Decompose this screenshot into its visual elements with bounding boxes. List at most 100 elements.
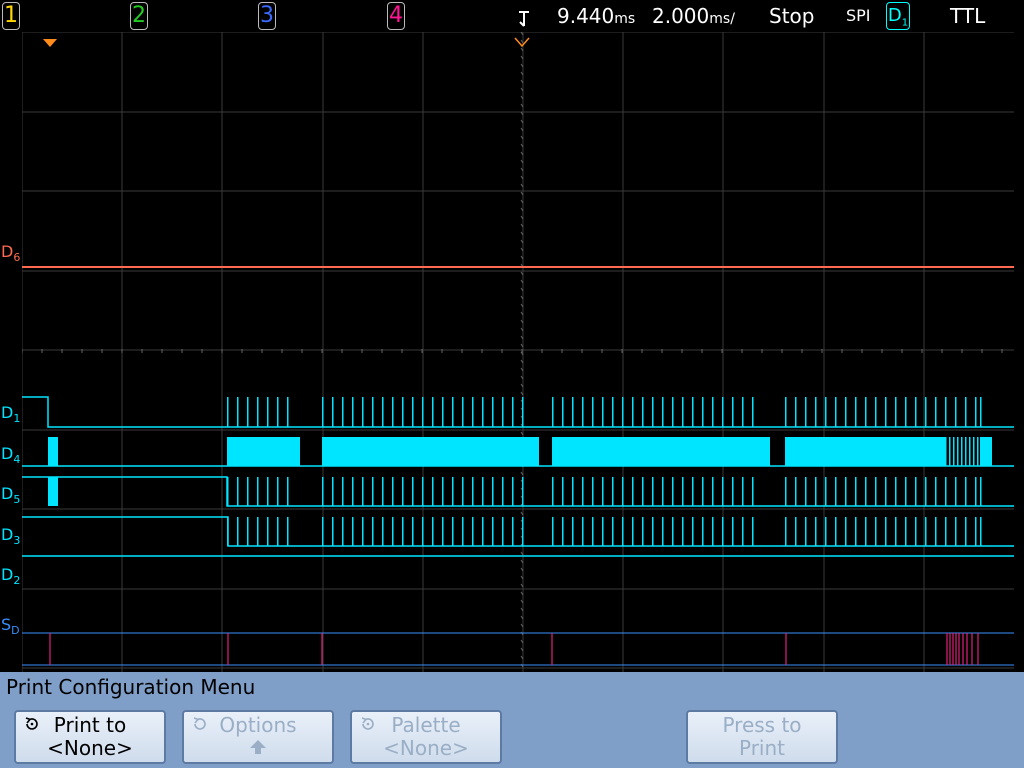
trace-d4-block [785, 437, 945, 466]
trace-d5-pulse [905, 477, 907, 506]
channel-label-d6-main: D [1, 242, 14, 261]
trace-d5-pulse [287, 477, 289, 506]
trace-d1-pulse [462, 397, 464, 427]
trace-d5-pulse [672, 477, 674, 506]
trace-d1-pulse [257, 397, 259, 427]
trace-d1-pulse [247, 397, 249, 427]
waveform-display[interactable] [22, 32, 1014, 672]
trigger-position-marker [43, 32, 57, 47]
timebase-unit: ms/ [709, 11, 735, 27]
channel-3-badge[interactable]: 3 [258, 2, 276, 30]
trace-d5-pulse [885, 477, 887, 506]
trace-d5-pulse [895, 477, 897, 506]
trace-d1-pulse [955, 397, 957, 427]
trace-d1-pulse [267, 397, 269, 427]
trace-d5-pulse [257, 477, 259, 506]
trace-d3-pulse [492, 517, 494, 546]
trace-d3-pulse [592, 517, 594, 546]
press-to-print-button[interactable]: Press to Print [686, 710, 838, 764]
trace-d1-pulse [662, 397, 664, 427]
trace-d5-pulse [237, 477, 239, 506]
print-to-button[interactable]: Print to <None> [14, 710, 166, 764]
channel-label-d1-sub: 1 [13, 412, 21, 426]
trace-d3-pulse [582, 517, 584, 546]
rotate-icon [361, 717, 374, 730]
trace-d3-pulse [512, 517, 514, 546]
trace-d1-pulse [752, 397, 754, 427]
trace-d3-pulse [965, 517, 967, 546]
channel-label-sd-sub: D [11, 624, 20, 638]
trace-d3-pulse [702, 517, 704, 546]
trace-d3-pulse [825, 517, 827, 546]
trace-d1-pulse [980, 397, 982, 427]
channel-label-d1-main: D [1, 403, 14, 422]
trace-d1-pulse [785, 397, 787, 427]
trace-d4-pulse [949, 437, 951, 466]
trace-d3-pulse [855, 517, 857, 546]
trace-d3-pulse [742, 517, 744, 546]
trace-d1-pulse [682, 397, 684, 427]
trace-d5-pulse [965, 477, 967, 506]
trace-d3-pulse [332, 517, 334, 546]
trace-d3-pulse [372, 517, 374, 546]
trigger-source-label: D [887, 5, 902, 26]
trace-d1-pulse [502, 397, 504, 427]
trace-d5-pulse [572, 477, 574, 506]
trace-d4-pulse [977, 437, 979, 466]
trace-d1-pulse [322, 397, 324, 427]
trace-d3-pulse [915, 517, 917, 546]
trace-d3-pulse [472, 517, 474, 546]
trace-d1-pulse [722, 397, 724, 427]
channel-label-sd: SD [1, 617, 20, 639]
trace-d1-pulse [392, 397, 394, 427]
trace-d3-pulse [652, 517, 654, 546]
channel-1-badge[interactable]: 1 [2, 2, 20, 30]
timebase-readout: 2.000ms/ [652, 0, 735, 32]
trace-d4-pulse [969, 437, 971, 466]
trace-d1-pulse [362, 397, 364, 427]
trace-d3-pulse [885, 517, 887, 546]
delay-value: 9.440 [557, 4, 615, 28]
trace-d1-pulse [412, 397, 414, 427]
channel-label-d2-sub: 2 [13, 574, 21, 588]
trace-d1-pulse [432, 397, 434, 427]
trace-d3-pulse [682, 517, 684, 546]
channel-label-d1: D1 [1, 405, 20, 427]
trace-d1-pulse [442, 397, 444, 427]
print-to-value: <None> [47, 736, 133, 760]
channel-label-d2-main: D [1, 565, 14, 584]
trace-d5-pulse [632, 477, 634, 506]
palette-value: <None> [383, 736, 469, 760]
options-button[interactable]: Options [182, 710, 334, 764]
channel-4-badge[interactable]: 4 [387, 2, 405, 30]
trace-d3-pulse [905, 517, 907, 546]
trace-d3-pulse [287, 517, 289, 546]
channel-label-d4-sub: 4 [13, 453, 21, 467]
trace-d3-pulse [522, 517, 524, 546]
trigger-arrow-icon [515, 8, 533, 28]
trace-d5-pulse [642, 477, 644, 506]
trace-d5-pulse [722, 477, 724, 506]
trace-d5-pulse [332, 477, 334, 506]
trace-d3-pulse [672, 517, 674, 546]
trace-d5-pulse [662, 477, 664, 506]
trace-d3-pulse [402, 517, 404, 546]
trace-d1-pulse [652, 397, 654, 427]
trace-d1-pulse [602, 397, 604, 427]
trace-d3-pulse [622, 517, 624, 546]
trace-d1-pulse [592, 397, 594, 427]
trace-d5-pulse [382, 477, 384, 506]
trace-d5-pulse [955, 477, 957, 506]
trace-d1-pulse [277, 397, 279, 427]
trace-d4-pulse [961, 437, 963, 466]
trace-d5-pulse [712, 477, 714, 506]
waveform-svg [22, 32, 1014, 672]
palette-button[interactable]: Palette <None> [350, 710, 502, 764]
trace-d1-pulse [552, 397, 554, 427]
softkey-menu: Print Configuration Menu Print to <None>… [0, 672, 1024, 768]
channel-2-badge[interactable]: 2 [130, 2, 148, 30]
threshold-label: TTL [950, 4, 986, 28]
trace-d3-pulse [277, 517, 279, 546]
rotate-icon [25, 717, 38, 730]
trace-d5-pulse [452, 477, 454, 506]
